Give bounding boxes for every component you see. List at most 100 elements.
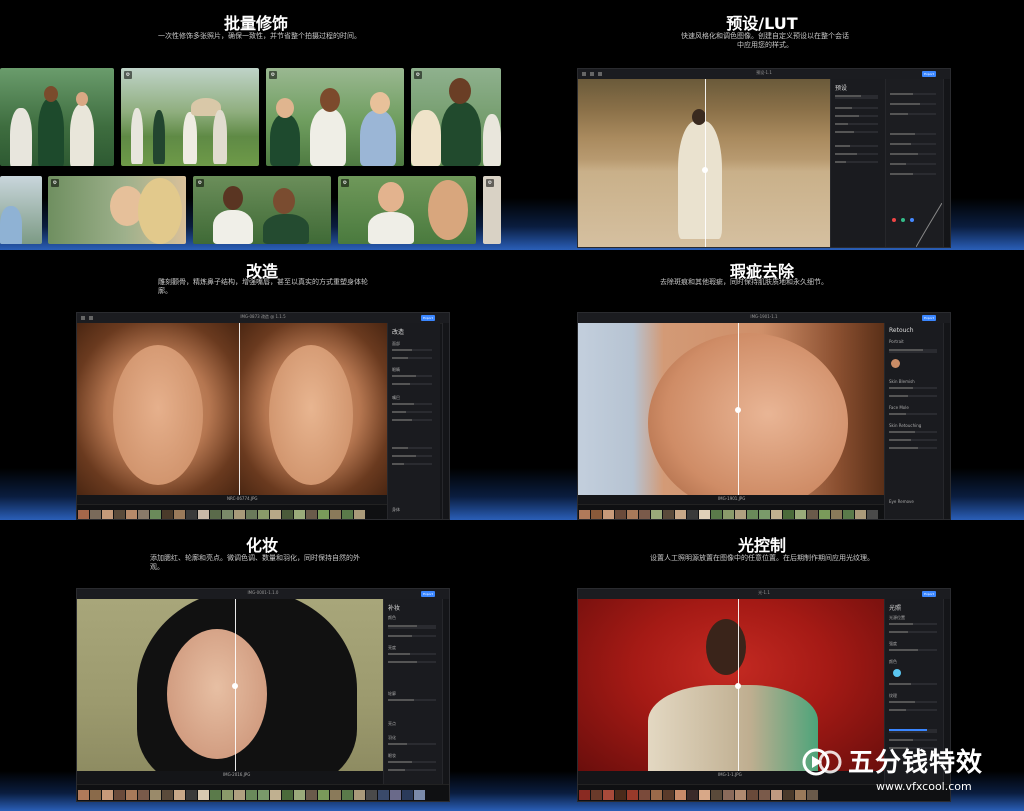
slider[interactable] bbox=[889, 683, 937, 685]
batch-photo-2[interactable]: ⚙ bbox=[121, 68, 259, 166]
batch-photo-9[interactable]: ⚙ bbox=[483, 176, 501, 244]
export-button[interactable]: Export bbox=[421, 315, 435, 321]
preset-row[interactable] bbox=[835, 153, 878, 155]
batch-photo-3[interactable]: ⚙ bbox=[266, 68, 404, 166]
export-button[interactable]: Export bbox=[922, 71, 936, 77]
color-swatches[interactable] bbox=[892, 207, 915, 226]
slider[interactable] bbox=[388, 769, 436, 771]
slider[interactable] bbox=[388, 743, 436, 745]
section-label: Face Mole bbox=[889, 405, 909, 410]
panel-header: 光照 bbox=[889, 605, 902, 612]
divider-handle[interactable] bbox=[232, 683, 238, 689]
export-button[interactable]: Export bbox=[922, 591, 936, 597]
slider[interactable] bbox=[889, 431, 937, 433]
filmstrip[interactable] bbox=[77, 784, 449, 801]
slider[interactable] bbox=[889, 701, 937, 703]
window-title: 光-1.1 bbox=[758, 590, 770, 595]
person bbox=[213, 110, 227, 164]
section-label: 光源位置 bbox=[889, 615, 905, 620]
slider[interactable] bbox=[889, 413, 937, 415]
slider[interactable] bbox=[890, 133, 936, 135]
jacket bbox=[648, 685, 818, 771]
before-after-divider[interactable] bbox=[239, 323, 240, 495]
head bbox=[276, 98, 294, 118]
slider[interactable] bbox=[388, 653, 436, 655]
slider[interactable] bbox=[392, 383, 432, 385]
slider[interactable] bbox=[388, 635, 436, 637]
slider[interactable] bbox=[392, 447, 432, 449]
slider[interactable] bbox=[890, 163, 936, 165]
slider[interactable] bbox=[388, 699, 436, 701]
toggle-row[interactable] bbox=[889, 349, 937, 353]
divider-handle[interactable] bbox=[702, 167, 708, 173]
slider[interactable] bbox=[392, 463, 432, 465]
slider[interactable] bbox=[388, 661, 436, 663]
slider[interactable] bbox=[890, 113, 936, 115]
slider[interactable] bbox=[392, 375, 432, 377]
batch-photo-6[interactable]: ⚙ bbox=[48, 176, 186, 244]
batch-photo-1[interactable] bbox=[0, 68, 114, 166]
slider[interactable] bbox=[890, 153, 936, 155]
section-label: 纹理 bbox=[889, 693, 897, 698]
window-title: IMG-0001-1.1.0 bbox=[247, 590, 279, 595]
section-label: 眼妆 bbox=[388, 753, 396, 758]
panel-light-control: 光控制 设置人工照明源放置在图像中的任意位置。在后期制作期间应用光纹理。 光-1… bbox=[512, 520, 1024, 811]
preset-row[interactable] bbox=[835, 145, 878, 147]
batch-photo-7[interactable]: ⚙ bbox=[193, 176, 331, 244]
head bbox=[449, 78, 471, 104]
preset-tab-bar[interactable] bbox=[835, 95, 878, 99]
person bbox=[270, 114, 300, 166]
slider[interactable] bbox=[889, 631, 937, 633]
toggle[interactable] bbox=[889, 729, 937, 733]
slider[interactable] bbox=[889, 395, 937, 397]
divider-handle[interactable] bbox=[735, 407, 741, 413]
slider[interactable] bbox=[890, 93, 936, 95]
retouch-badge-icon: ⚙ bbox=[486, 179, 494, 187]
preset-row[interactable] bbox=[835, 123, 878, 125]
slider[interactable] bbox=[889, 447, 937, 449]
filmstrip[interactable] bbox=[77, 504, 387, 519]
section-label: 亮点 bbox=[388, 721, 396, 726]
section-label: 轮廓 bbox=[388, 691, 396, 696]
slider[interactable] bbox=[889, 387, 937, 389]
section-label: 羽化 bbox=[388, 735, 396, 740]
slider[interactable] bbox=[388, 761, 436, 763]
panel-header: Retouch bbox=[889, 327, 914, 334]
batch-photo-4[interactable]: ⚙ bbox=[411, 68, 501, 166]
batch-photo-5[interactable] bbox=[0, 176, 42, 244]
section-label: Skin Blemish bbox=[889, 379, 915, 384]
slider[interactable] bbox=[392, 455, 432, 457]
head bbox=[223, 186, 243, 210]
option-row[interactable] bbox=[388, 625, 436, 629]
preset-row[interactable] bbox=[835, 115, 878, 117]
preset-row[interactable] bbox=[835, 107, 878, 109]
slider[interactable] bbox=[392, 403, 432, 405]
divider-handle[interactable] bbox=[735, 683, 741, 689]
export-button[interactable]: Export bbox=[421, 591, 435, 597]
slider[interactable] bbox=[392, 419, 432, 421]
slider[interactable] bbox=[392, 349, 432, 351]
batch-photo-8[interactable]: ⚙ bbox=[338, 176, 476, 244]
window-title: IMG-0873 改造 @ 1.1.5 bbox=[240, 314, 286, 319]
before-after-divider[interactable] bbox=[705, 79, 706, 247]
slider[interactable] bbox=[889, 623, 937, 625]
slider[interactable] bbox=[890, 143, 936, 145]
export-button[interactable]: Export bbox=[922, 315, 936, 321]
panel-description: 一次性修饰多张照片，确保一致性，并节省整个拍摄过程的时间。 bbox=[158, 32, 361, 40]
slider[interactable] bbox=[392, 411, 432, 413]
reshape-panel: 改造 面部 眼睛 嘴巴 身体 bbox=[387, 323, 440, 519]
preset-row[interactable] bbox=[835, 131, 878, 133]
retouch-badge-icon: ⚙ bbox=[51, 179, 59, 187]
tone-curve[interactable] bbox=[916, 203, 942, 247]
slider[interactable] bbox=[890, 173, 936, 175]
filmstrip[interactable] bbox=[578, 504, 884, 519]
light-color-picker[interactable] bbox=[893, 669, 901, 677]
slider[interactable] bbox=[890, 103, 936, 105]
slider[interactable] bbox=[889, 649, 937, 651]
portrait-before bbox=[77, 323, 239, 495]
slider[interactable] bbox=[889, 439, 937, 441]
slider[interactable] bbox=[392, 357, 432, 359]
head bbox=[706, 619, 746, 675]
slider[interactable] bbox=[889, 709, 937, 711]
preset-row[interactable] bbox=[835, 161, 878, 163]
